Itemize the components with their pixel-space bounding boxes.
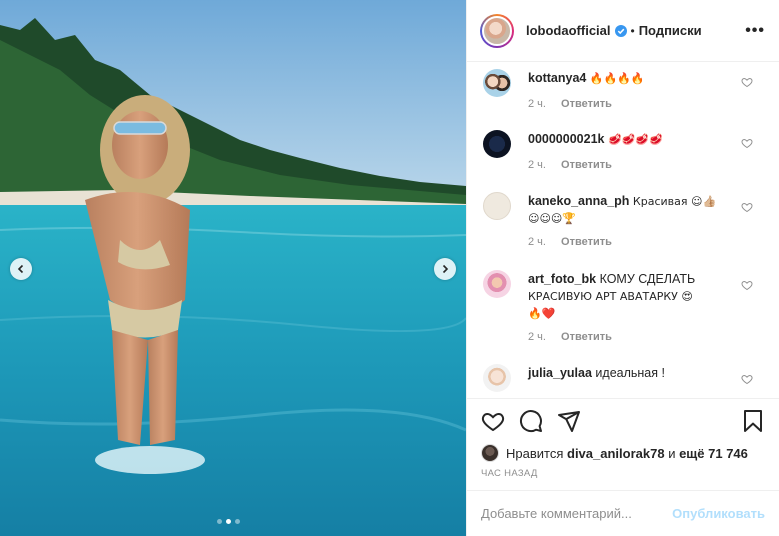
like-comment-heart-icon[interactable]: [741, 373, 753, 385]
comment-time: 2 ч.: [528, 98, 546, 110]
more-options-icon[interactable]: •••: [745, 22, 765, 40]
comment-username[interactable]: 0000000021k: [528, 132, 604, 146]
add-comment-bar: Опубликовать: [467, 490, 779, 536]
comment-bubble-icon[interactable]: [519, 409, 543, 433]
carousel-dot: [235, 519, 240, 524]
comments-list[interactable]: kottanya4 🔥🔥🔥🔥 2 ч. Ответить 0000000021k…: [467, 63, 779, 398]
comment-text-line-2: ☺☺☺🏆: [528, 212, 577, 225]
liker-avatar[interactable]: [481, 444, 499, 462]
commenter-avatar[interactable]: [483, 130, 511, 158]
comment-input[interactable]: [481, 506, 673, 521]
comment-text: КОМУ СДЕЛАТЬ: [599, 272, 696, 286]
comment-text: 🥩🥩🥩🥩: [607, 133, 663, 146]
comment-time: 2 ч.: [528, 236, 546, 248]
like-comment-heart-icon[interactable]: [741, 279, 753, 291]
commenter-avatar[interactable]: [483, 69, 511, 97]
post-photo[interactable]: [0, 0, 466, 536]
chevron-left-icon: [17, 264, 24, 274]
reply-button[interactable]: Ответить: [561, 98, 612, 110]
comment-text: 🔥🔥🔥🔥: [589, 72, 645, 85]
comment-username[interactable]: kaneko_anna_ph: [528, 194, 629, 208]
like-comment-heart-icon[interactable]: [741, 76, 753, 88]
likes-prefix: Нравится: [506, 445, 564, 461]
share-paper-plane-icon[interactable]: [557, 409, 581, 433]
next-slide-button[interactable]: [434, 258, 456, 280]
author-username[interactable]: lobodaofficial: [526, 23, 611, 38]
carousel-dot-active: [226, 519, 231, 524]
carousel-dot: [217, 519, 222, 524]
comment-text-line-3: 🔥❤️: [528, 307, 556, 320]
comment-text-line-2: КРАСИВУЮ АРТ АВАТАРКУ 😍: [528, 290, 693, 303]
publish-button[interactable]: Опубликовать: [672, 506, 765, 521]
comment-text: идеальная !: [595, 366, 665, 380]
bookmark-icon[interactable]: [741, 409, 765, 433]
like-comment-heart-icon[interactable]: [741, 137, 753, 149]
comment-time: 2 ч.: [528, 331, 546, 343]
commenter-avatar[interactable]: [483, 270, 511, 298]
previous-slide-button[interactable]: [10, 258, 32, 280]
beach-photo: [0, 0, 466, 536]
commenter-avatar[interactable]: [483, 192, 511, 220]
likes-summary: Нравится diva_anilorak78 и ещё 71 746: [467, 443, 779, 463]
post-timestamp[interactable]: ЧАС НАЗАД: [467, 468, 779, 479]
comment-time: 2 ч.: [528, 159, 546, 171]
author-avatar[interactable]: [480, 13, 514, 48]
reply-button[interactable]: Ответить: [561, 236, 612, 248]
comment-text: Красивая ☺👍🏼: [632, 195, 717, 208]
post-header: lobodaofficial • Подписки •••: [467, 0, 779, 62]
action-icons: [467, 399, 779, 443]
likes-count-link[interactable]: ещё 71 746: [679, 446, 748, 461]
comment-username[interactable]: julia_yulaa: [528, 366, 592, 380]
likes-conjunction: и: [668, 445, 676, 461]
header-separator: •: [630, 23, 635, 38]
post-actions: Нравится diva_anilorak78 и ещё 71 746 ЧА…: [467, 398, 779, 479]
carousel-indicator: [217, 519, 240, 524]
comment-username[interactable]: kottanya4: [528, 71, 586, 85]
commenter-avatar[interactable]: [483, 364, 511, 392]
verified-badge-icon: [614, 24, 627, 37]
chevron-right-icon: [442, 264, 449, 274]
post-panel: lobodaofficial • Подписки ••• kottanya4 …: [466, 0, 779, 536]
comment-username[interactable]: art_foto_bk: [528, 272, 596, 286]
reply-button[interactable]: Ответить: [561, 331, 612, 343]
liker-username[interactable]: diva_anilorak78: [567, 446, 665, 461]
like-comment-heart-icon[interactable]: [741, 201, 753, 213]
like-heart-icon[interactable]: [481, 409, 505, 433]
following-button[interactable]: Подписки: [639, 23, 702, 38]
reply-button[interactable]: Ответить: [561, 159, 612, 171]
